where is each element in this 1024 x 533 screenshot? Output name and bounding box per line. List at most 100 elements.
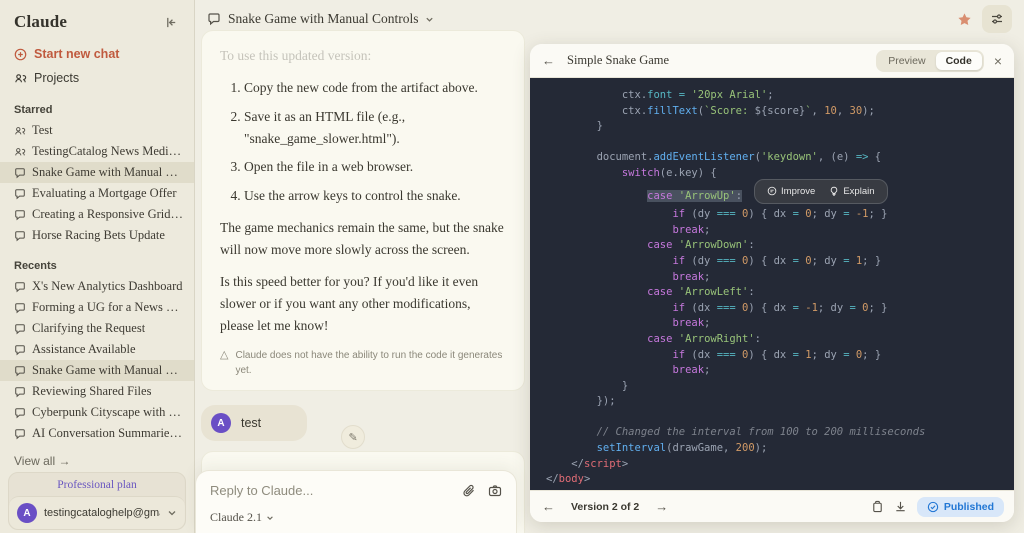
code-line[interactable]: if (dy === 0) { dx = 0; dy = -1; } <box>546 207 1014 223</box>
sidebar-recent-item[interactable]: Forming a UG for a News Media Busin... <box>0 297 194 318</box>
improve-icon <box>767 186 777 196</box>
explain-button[interactable]: Explain <box>823 182 880 202</box>
code-line[interactable]: break; <box>546 270 1014 286</box>
message-input-card: Reply to Claude... Claude 2.1 <box>195 470 517 533</box>
attach-file-button[interactable] <box>462 484 476 498</box>
chat-icon <box>14 188 26 200</box>
copy-code-button[interactable] <box>871 500 884 513</box>
code-line[interactable]: if (dx === 0) { dx = 1; dy = 0; } <box>546 348 1014 364</box>
chat-icon <box>14 386 26 398</box>
sidebar-starred-item[interactable]: Horse Racing Bets Update <box>0 225 194 246</box>
code-line[interactable]: } <box>546 119 1014 135</box>
code-line[interactable]: document.addEventListener('keydown', (e)… <box>546 150 1014 166</box>
sidebar-recent-item[interactable]: Assistance Available <box>0 339 194 360</box>
artifact-back-button[interactable]: ← <box>540 51 557 70</box>
sidebar-recent-item[interactable]: Clarifying the Request <box>0 318 194 339</box>
code-line[interactable]: </body> <box>546 472 1014 488</box>
sidebar-recent-item[interactable]: X's New Analytics Dashboard <box>0 276 194 297</box>
view-all-link[interactable]: View all → <box>0 444 194 472</box>
chat-icon <box>14 428 26 440</box>
sidebar-item-label: Reviewing Shared Files <box>32 384 151 399</box>
code-line[interactable]: } <box>546 379 1014 395</box>
sidebar-recent-item[interactable]: AI Conversation Summaries Feature <box>0 423 194 444</box>
download-button[interactable] <box>894 500 907 513</box>
chat-icon <box>14 302 26 314</box>
sidebar-item-label: Snake Game with Manual Controls <box>32 165 186 180</box>
code-line[interactable]: case 'ArrowUp':ImproveExplain <box>546 182 1014 208</box>
code-line[interactable]: if (dy === 0) { dx = 0; dy = 1; } <box>546 254 1014 270</box>
starred-section-label: Starred <box>0 90 194 120</box>
star-filled-icon <box>957 12 972 27</box>
chat-icon <box>14 167 26 179</box>
code-line[interactable]: setInterval(drawGame, 200); <box>546 441 1014 457</box>
sidebar-starred-item[interactable]: Snake Game with Manual Controls <box>0 162 194 183</box>
assistant-message-1: To use this updated version: Copy the ne… <box>201 30 525 391</box>
instruction-step: Copy the new code from the artifact abov… <box>244 77 506 99</box>
sliders-icon <box>990 12 1004 26</box>
sidebar-collapse-button[interactable] <box>163 14 180 31</box>
code-line[interactable]: break; <box>546 316 1014 332</box>
code-line[interactable]: case 'ArrowDown': <box>546 238 1014 254</box>
code-line[interactable]: if (dx === 0) { dx = -1; dy = 0; } <box>546 301 1014 317</box>
code-line[interactable]: case 'ArrowLeft': <box>546 285 1014 301</box>
previous-version-button[interactable]: ← <box>540 497 557 516</box>
account-avatar: A <box>17 503 37 523</box>
code-line[interactable]: ctx.font = '20px Arial'; <box>546 88 1014 104</box>
start-new-chat-button[interactable]: Start new chat <box>0 42 194 66</box>
code-line[interactable]: // Changed the interval from 100 to 200 … <box>546 425 1014 441</box>
code-line[interactable]: break; <box>546 363 1014 379</box>
sidebar-starred-item[interactable]: TestingCatalog News Media Business <box>0 141 194 162</box>
sidebar-starred-item[interactable]: Creating a Responsive Grid Layout <box>0 204 194 225</box>
improve-button[interactable]: Improve <box>761 182 821 202</box>
code-line[interactable]: break; <box>546 223 1014 239</box>
code-line[interactable]: }); <box>546 394 1014 410</box>
app-logo-text: Claude <box>14 12 67 32</box>
instruction-step: Use the arrow keys to control the snake. <box>244 185 506 207</box>
published-button[interactable]: Published <box>917 497 1004 517</box>
code-line[interactable]: </script> <box>546 457 1014 473</box>
artifact-panel: ← Simple Snake Game Preview Code × ctx.f… <box>530 44 1014 522</box>
screenshot-button[interactable] <box>488 484 502 498</box>
chevron-down-icon <box>167 508 177 518</box>
reply-input[interactable]: Reply to Claude... <box>210 483 313 498</box>
plan-label: Professional plan <box>9 473 185 496</box>
tab-code[interactable]: Code <box>936 52 982 70</box>
sidebar-recent-item[interactable]: Cyberpunk Cityscape with Robotic Fi... <box>0 402 194 423</box>
chat-icon <box>14 365 26 377</box>
sidebar-recent-item[interactable]: Reviewing Shared Files <box>0 381 194 402</box>
chevron-down-icon <box>425 15 434 24</box>
chat-controls-button[interactable] <box>982 5 1012 33</box>
sidebar-item-label: Evaluating a Mortgage Offer <box>32 186 177 201</box>
sidebar-item-label: AI Conversation Summaries Feature <box>32 426 186 441</box>
instruction-steps: Copy the new code from the artifact abov… <box>220 77 506 207</box>
plan-card: Professional plan A testingcataloghelp@g… <box>8 472 186 530</box>
sidebar-starred-item[interactable]: Test <box>0 120 194 141</box>
sidebar-item-projects[interactable]: Projects <box>0 66 194 90</box>
account-menu-button[interactable]: A testingcataloghelp@gmail.... <box>9 496 185 529</box>
code-line[interactable]: ctx.fillText(`Score: ${score}`, 10, 30); <box>546 104 1014 120</box>
project-icon <box>14 125 26 137</box>
sidebar-starred-item[interactable]: Evaluating a Mortgage Offer <box>0 183 194 204</box>
code-line[interactable]: </html> <box>546 488 1014 490</box>
code-line[interactable] <box>546 135 1014 151</box>
star-conversation-button[interactable] <box>955 10 974 29</box>
assistant-paragraph: The game mechanics remain the same, but … <box>220 217 506 261</box>
code-line[interactable] <box>546 410 1014 426</box>
code-line[interactable]: case 'ArrowRight': <box>546 332 1014 348</box>
arrow-left-icon: ← <box>542 499 555 514</box>
projects-icon <box>14 72 27 85</box>
tab-preview[interactable]: Preview <box>878 52 935 70</box>
artifact-close-button[interactable]: × <box>992 51 1004 71</box>
chat-scroll-area[interactable]: To use this updated version: Copy the ne… <box>201 30 525 533</box>
sidebar-item-label: X's New Analytics Dashboard <box>32 279 183 294</box>
chat-icon <box>14 230 26 242</box>
user-message: A test <box>201 405 307 441</box>
close-icon: × <box>994 53 1002 69</box>
code-editor[interactable]: ctx.font = '20px Arial'; ctx.fillText(`S… <box>530 78 1014 490</box>
main-area: Snake Game with Manual Controls <box>195 0 1024 533</box>
next-version-button[interactable]: → <box>653 497 670 516</box>
conversation-title-button[interactable]: Snake Game with Manual Controls <box>207 11 434 27</box>
edit-message-button[interactable]: ✎ <box>341 425 365 449</box>
model-selector[interactable]: Claude 2.1 <box>210 510 502 525</box>
sidebar-recent-item[interactable]: Snake Game with Manual Controls <box>0 360 194 381</box>
